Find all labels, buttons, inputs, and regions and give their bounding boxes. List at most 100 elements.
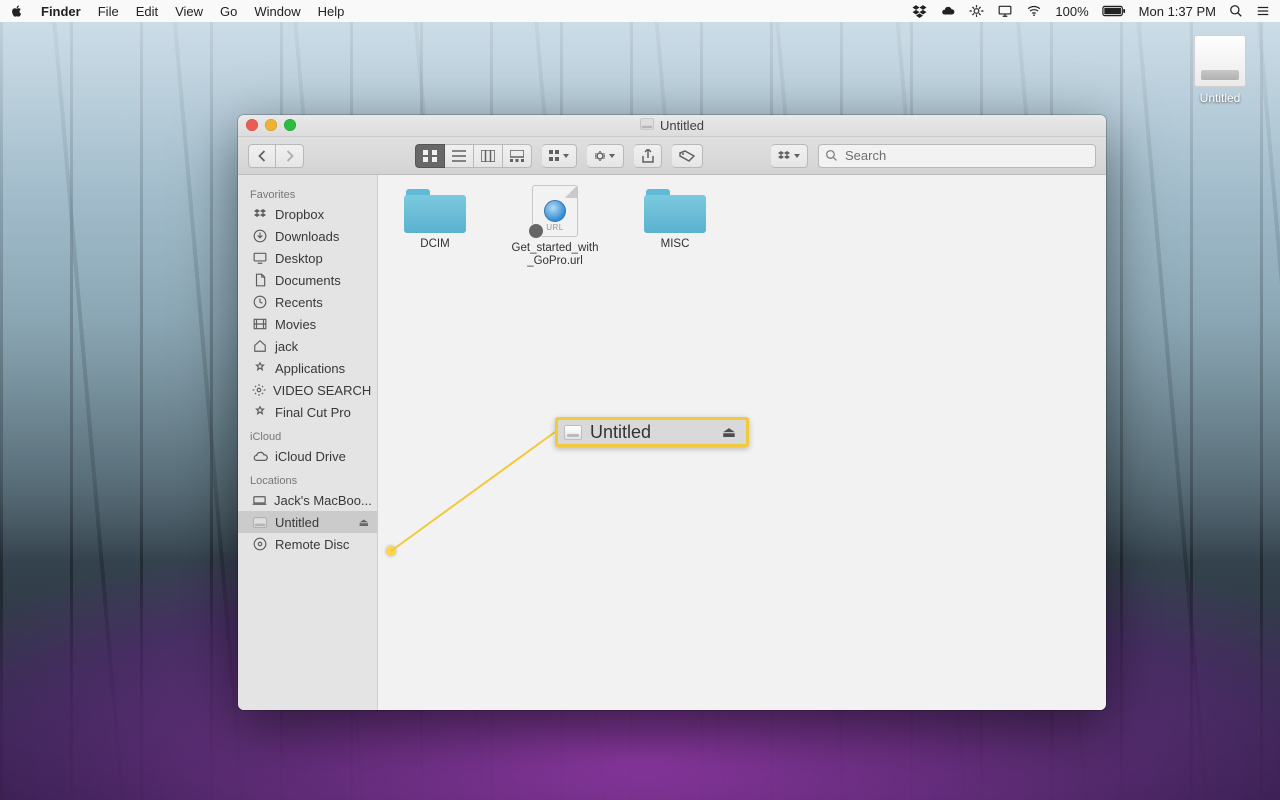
spotlight-icon[interactable] — [1229, 4, 1243, 18]
sidebar-item-label: Dropbox — [275, 207, 324, 222]
url-file-icon: URL — [532, 185, 578, 237]
menu-window[interactable]: Window — [254, 4, 300, 19]
search-input[interactable] — [818, 144, 1096, 168]
menubar-app[interactable]: Finder — [41, 4, 81, 19]
sidebar-item-label: Jack's MacBoo... — [274, 493, 372, 508]
titlebar[interactable]: Untitled — [238, 115, 1106, 137]
movies-icon — [252, 318, 268, 330]
sidebar-item-documents[interactable]: Documents — [238, 269, 377, 291]
sidebar-item-label: Recents — [275, 295, 323, 310]
sidebar-item-macbook[interactable]: Jack's MacBoo... — [238, 489, 377, 511]
sidebar-item-untitled[interactable]: Untitled ⏏ — [238, 511, 377, 533]
menu-view[interactable]: View — [175, 4, 203, 19]
menu-file[interactable]: File — [98, 4, 119, 19]
apple-menu-icon[interactable] — [10, 4, 24, 18]
documents-icon — [252, 273, 268, 287]
view-icons-button[interactable] — [415, 144, 445, 168]
file-label: DCIM — [420, 238, 449, 251]
battery-menu-icon[interactable] — [1102, 5, 1126, 17]
menu-edit[interactable]: Edit — [136, 4, 158, 19]
sidebar-item-applications[interactable]: Applications — [238, 357, 377, 379]
menu-help[interactable]: Help — [318, 4, 345, 19]
view-columns-button[interactable] — [474, 144, 503, 168]
sidebar-item-label: Movies — [275, 317, 316, 332]
sidebar-item-desktop[interactable]: Desktop — [238, 247, 377, 269]
sidebar-item-downloads[interactable]: Downloads — [238, 225, 377, 247]
callout-label: Untitled — [590, 422, 651, 443]
window-close-button[interactable] — [246, 119, 258, 131]
arrange-button[interactable] — [542, 144, 577, 168]
desktop-drive-label: Untitled — [1200, 91, 1241, 105]
tags-button[interactable] — [672, 144, 703, 168]
file-item-gopro-url[interactable]: URL Get_started_with_GoPro.url — [510, 185, 600, 268]
volume-icon — [564, 425, 582, 440]
volume-icon — [252, 517, 268, 528]
sidebar: Favorites Dropbox Downloads Desktop Docu… — [238, 175, 378, 710]
file-label: Get_started_with_GoPro.url — [510, 242, 600, 268]
sidebar-item-label: Desktop — [275, 251, 323, 266]
sidebar-item-label: Documents — [275, 273, 341, 288]
sidebar-item-label: VIDEO SEARCH — [273, 383, 371, 398]
nav-back-button[interactable] — [248, 144, 276, 168]
desktop-drive-untitled[interactable]: Untitled — [1185, 35, 1255, 105]
nav-forward-button[interactable] — [276, 144, 304, 168]
finder-window: Untitled — [238, 115, 1106, 710]
sidebar-header-icloud: iCloud — [238, 427, 377, 445]
notification-center-icon[interactable] — [1256, 4, 1270, 18]
file-item-misc[interactable]: MISC — [630, 185, 720, 251]
view-list-button[interactable] — [445, 144, 474, 168]
toolbar — [238, 137, 1106, 175]
laptop-icon — [252, 495, 267, 506]
sidebar-item-label: iCloud Drive — [275, 449, 346, 464]
sidebar-item-remote-disc[interactable]: Remote Disc — [238, 533, 377, 555]
sidebar-item-recents[interactable]: Recents — [238, 291, 377, 313]
titlebar-volume-icon — [640, 118, 654, 133]
window-title: Untitled — [660, 118, 704, 133]
desktop-icon — [252, 252, 268, 264]
window-minimize-button[interactable] — [265, 119, 277, 131]
folder-icon — [404, 185, 466, 233]
sidebar-item-label: Remote Disc — [275, 537, 349, 552]
sidebar-item-final-cut[interactable]: Final Cut Pro — [238, 401, 377, 423]
sidebar-item-icloud-drive[interactable]: iCloud Drive — [238, 445, 377, 467]
gear-icon — [252, 383, 266, 397]
folder-icon — [644, 185, 706, 233]
file-label: MISC — [661, 238, 690, 251]
home-icon — [252, 339, 268, 353]
recents-icon — [252, 295, 268, 309]
dropbox-menu-icon[interactable] — [912, 4, 927, 18]
sidebar-header-locations: Locations — [238, 471, 377, 489]
battery-percent[interactable]: 100% — [1055, 4, 1088, 19]
sidebar-item-dropbox[interactable]: Dropbox — [238, 203, 377, 225]
wifi-menu-icon[interactable] — [1026, 4, 1042, 18]
sidebar-item-label: Final Cut Pro — [275, 405, 351, 420]
menubar-clock[interactable]: Mon 1:37 PM — [1139, 4, 1216, 19]
cloud-menu-icon[interactable] — [940, 4, 956, 18]
annotation-dot — [386, 546, 396, 556]
sidebar-item-video-search[interactable]: VIDEO SEARCH — [238, 379, 377, 401]
dropbox-icon — [252, 208, 268, 220]
search-icon — [825, 149, 838, 165]
app-icon — [252, 405, 268, 419]
sidebar-item-label: Applications — [275, 361, 345, 376]
sidebar-item-label: Downloads — [275, 229, 339, 244]
eject-icon[interactable]: ⏏ — [359, 516, 369, 529]
sidebar-item-label: Untitled — [275, 515, 319, 530]
dropbox-toolbar-button[interactable] — [771, 144, 808, 168]
share-button[interactable] — [634, 144, 662, 168]
sidebar-item-home[interactable]: jack — [238, 335, 377, 357]
menubar: Finder File Edit View Go Window Help 100… — [0, 0, 1280, 22]
applications-icon — [252, 361, 268, 375]
view-gallery-button[interactable] — [503, 144, 532, 168]
sidebar-item-movies[interactable]: Movies — [238, 313, 377, 335]
antivirus-menu-icon[interactable] — [969, 4, 984, 18]
display-menu-icon[interactable] — [997, 4, 1013, 18]
downloads-icon — [252, 229, 268, 243]
disc-icon — [252, 537, 268, 551]
file-item-dcim[interactable]: DCIM — [390, 185, 480, 251]
sidebar-item-label: jack — [275, 339, 298, 354]
window-zoom-button[interactable] — [284, 119, 296, 131]
menu-go[interactable]: Go — [220, 4, 237, 19]
sidebar-header-favorites: Favorites — [238, 185, 377, 203]
action-button[interactable] — [587, 144, 624, 168]
